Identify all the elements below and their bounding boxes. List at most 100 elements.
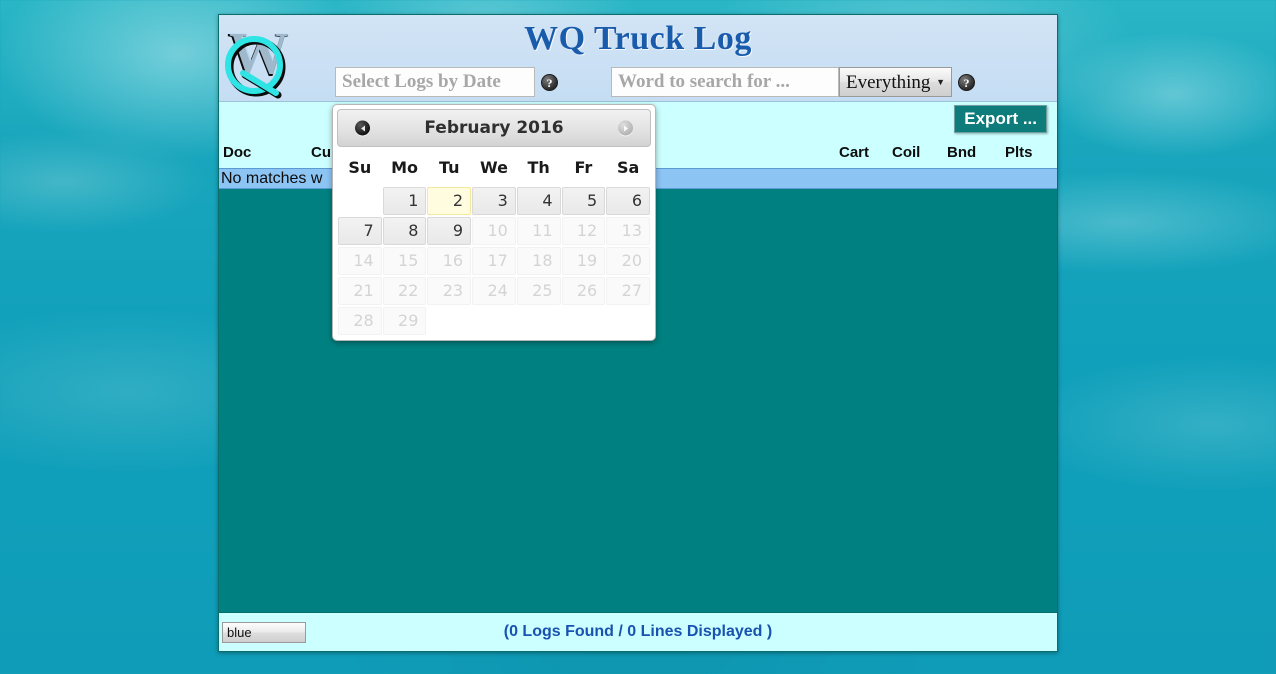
datepicker-day-12: 12: [561, 216, 606, 245]
word-help-question-mark-icon[interactable]: ?: [958, 73, 975, 91]
datepicker-prev-month-icon[interactable]: [355, 120, 370, 136]
datepicker-weekday-row: Su Mo Tu We Th Fr Sa: [338, 151, 650, 185]
datepicker-day-cell: [562, 306, 606, 335]
datepicker-day-cell: 11: [516, 216, 561, 245]
datepicker-day-cell: 18: [516, 246, 561, 275]
datepicker-day-cell: 12: [561, 216, 606, 245]
datepicker-day-20: 20: [606, 246, 650, 275]
datepicker-day-cell: [606, 306, 650, 335]
datepicker-day-cell: 20: [606, 246, 650, 275]
datepicker-day-26: 26: [561, 276, 606, 305]
datepicker-week-row: 14 15 16 17 18 19 20: [338, 246, 650, 275]
theme-select[interactable]: blue: [222, 621, 306, 643]
datepicker-day-29: 29: [382, 306, 427, 335]
datepicker-calendar: Su Mo Tu We Th Fr Sa 1 2 3 4 5 6 7 8 9 10 11 12 13 14 15 16 17…: [337, 150, 651, 336]
datepicker-day-cell: 3: [472, 186, 516, 215]
datepicker-day-21: 21: [338, 276, 382, 305]
datepicker-day-cell: 27: [606, 276, 650, 305]
datepicker-day-18: 18: [516, 246, 561, 275]
datepicker-day-17: 17: [472, 246, 516, 275]
datepicker-weekday-header: Tu: [438, 158, 460, 177]
datepicker-day-10: 10: [472, 216, 516, 245]
status-footer: blue (0 Logs Found / 0 Lines Displayed ): [219, 613, 1057, 651]
search-scope-wrap: Everything ▼: [839, 67, 952, 97]
datepicker-day-cell: 23: [427, 276, 472, 305]
column-header: Coil: [892, 144, 921, 161]
datepicker-day-cell: [517, 306, 561, 335]
datepicker-day-8[interactable]: 8: [382, 216, 427, 245]
datepicker-day-23: 23: [427, 276, 472, 305]
status-text: (0 Logs Found / 0 Lines Displayed ): [503, 623, 773, 640]
datepicker-day-cell: 16: [427, 246, 472, 275]
datepicker-day-cell: 8: [382, 216, 427, 245]
datepicker-day-cell: [472, 306, 516, 335]
datepicker-day-5[interactable]: 5: [561, 186, 606, 215]
datepicker-day-cell: [427, 306, 471, 335]
search-controls: ? Everything ▼ ?: [335, 67, 981, 97]
datepicker-day-cell: 4: [516, 186, 561, 215]
datepicker-day-cell: 5: [561, 186, 606, 215]
datepicker-week-row: 123456: [338, 186, 650, 215]
datepicker-weekday-header: We: [479, 158, 508, 177]
column-header: Plts: [1005, 144, 1033, 161]
datepicker-day-cell: 13: [606, 216, 650, 245]
datepicker-weekday-header: Su: [348, 158, 372, 177]
datepicker-day-cell: 6: [606, 186, 650, 215]
datepicker-day-19: 19: [561, 246, 606, 275]
datepicker-day-cell: 1: [382, 186, 427, 215]
datepicker-day-14: 14: [338, 246, 382, 275]
datepicker-day-25: 25: [516, 276, 561, 305]
column-header: Doc: [223, 144, 252, 161]
datepicker-day-2[interactable]: 2: [427, 186, 472, 215]
datepicker-day-9[interactable]: 9: [427, 216, 472, 245]
datepicker-popup: February 2016 Su Mo Tu We Th Fr Sa 1 2 3 4 5 6 7 8 9 10…: [332, 104, 656, 341]
date-search-input[interactable]: [335, 67, 535, 97]
datepicker-week-row: 28 29: [338, 306, 650, 335]
datepicker-day-3[interactable]: 3: [472, 186, 516, 215]
datepicker-day-28: 28: [338, 306, 382, 335]
datepicker-day-cell: 26: [561, 276, 606, 305]
datepicker-day-cell: 28: [338, 306, 382, 335]
column-header: Bnd: [947, 144, 977, 161]
datepicker-day-6[interactable]: 6: [606, 186, 650, 215]
datepicker-day-cell: 7: [338, 216, 382, 245]
datepicker-day-cell: 10: [472, 216, 516, 245]
datepicker-day-cell: 9: [427, 216, 472, 245]
datepicker-day-cell: 17: [472, 246, 516, 275]
date-help-question-mark-icon[interactable]: ?: [541, 73, 558, 91]
datepicker-day-cell: 19: [561, 246, 606, 275]
column-header: Cu: [311, 144, 331, 161]
datepicker-header: February 2016: [337, 109, 651, 147]
datepicker-day-11: 11: [516, 216, 561, 245]
datepicker-day-cell: 15: [382, 246, 427, 275]
datepicker-day-7[interactable]: 7: [338, 216, 382, 245]
datepicker-day-cell: 2: [427, 186, 472, 215]
datepicker-weekday-header: Mo: [391, 158, 419, 177]
datepicker-week-rows: 1 2 3 4 5 6 7 8 9 10 11 12 13 14 15 16 17 18 19 20 21 22 23 24 2…: [338, 186, 650, 335]
datepicker-weekday-header: Fr: [574, 158, 593, 177]
page-title: WQ Truck Log: [524, 20, 752, 57]
search-scope-select[interactable]: Everything: [839, 67, 952, 97]
datepicker-week-row: 7 8 9 10 11 12 13: [338, 216, 650, 245]
datepicker-day-16: 16: [427, 246, 472, 275]
datepicker-day-24: 24: [472, 276, 516, 305]
datepicker-day-cell: 29: [382, 306, 427, 335]
word-search-input[interactable]: [611, 67, 839, 97]
datepicker-day-cell: 14: [338, 246, 382, 275]
datepicker-day-cell: 24: [472, 276, 516, 305]
datepicker-day-cell: 21: [338, 276, 382, 305]
datepicker-day-cell: 22: [382, 276, 427, 305]
datepicker-day-cell: 25: [516, 276, 561, 305]
datepicker-month-title: February 2016: [424, 118, 564, 138]
export-button[interactable]: Export ...: [954, 105, 1047, 133]
datepicker-next-month-icon: [618, 120, 633, 136]
datepicker-day-22: 22: [382, 276, 427, 305]
column-header: Cart: [839, 144, 870, 161]
datepicker-day-1[interactable]: 1: [382, 186, 427, 215]
app-banner: W W WQ Truck Log ? Everything ▼ ?: [219, 15, 1057, 102]
datepicker-weekday-header: Sa: [616, 158, 640, 177]
datepicker-day-13: 13: [606, 216, 650, 245]
datepicker-day-4[interactable]: 4: [516, 186, 561, 215]
datepicker-day-cell: [338, 186, 382, 215]
datepicker-weekday-header: Th: [527, 158, 550, 177]
